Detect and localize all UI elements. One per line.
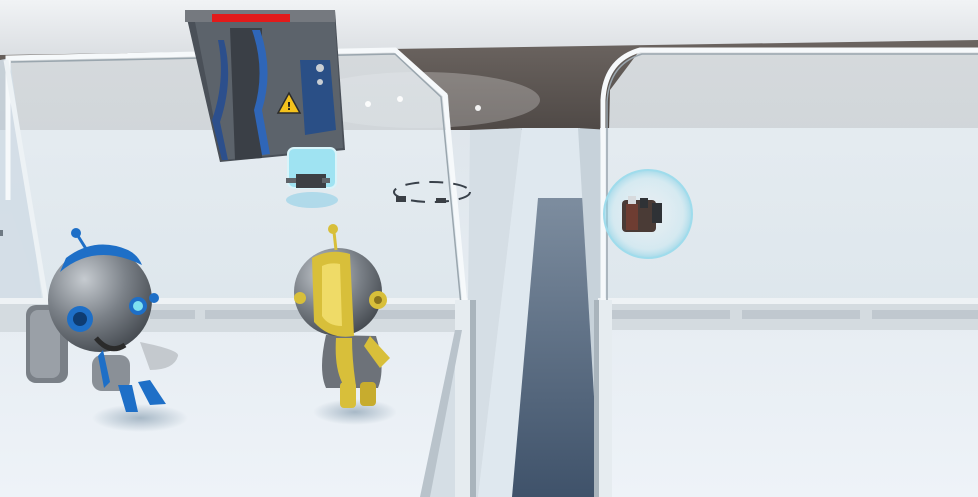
- wall-light-2: [397, 96, 403, 102]
- door-health-bar: [212, 14, 290, 22]
- rail-post-right-shade: [594, 300, 599, 497]
- blue-robot-shadow: [92, 404, 188, 432]
- svg-text:!: !: [286, 100, 291, 113]
- rail-post-left-shade: [470, 300, 476, 497]
- right-rail-top: [598, 298, 978, 304]
- backpack-pickup[interactable]: [603, 169, 693, 259]
- right-rail-slot-1: [610, 310, 730, 319]
- right-rail-slot-2: [742, 310, 860, 319]
- wall-light-3: [475, 105, 481, 111]
- left-rail-slot-2: [150, 310, 195, 319]
- wall-light-1: [365, 101, 371, 107]
- right-rail-slot-3: [872, 310, 978, 319]
- drone-pickup[interactable]: [286, 147, 338, 208]
- game-viewport[interactable]: !: [0, 0, 978, 497]
- left-edge-chip: [0, 230, 3, 236]
